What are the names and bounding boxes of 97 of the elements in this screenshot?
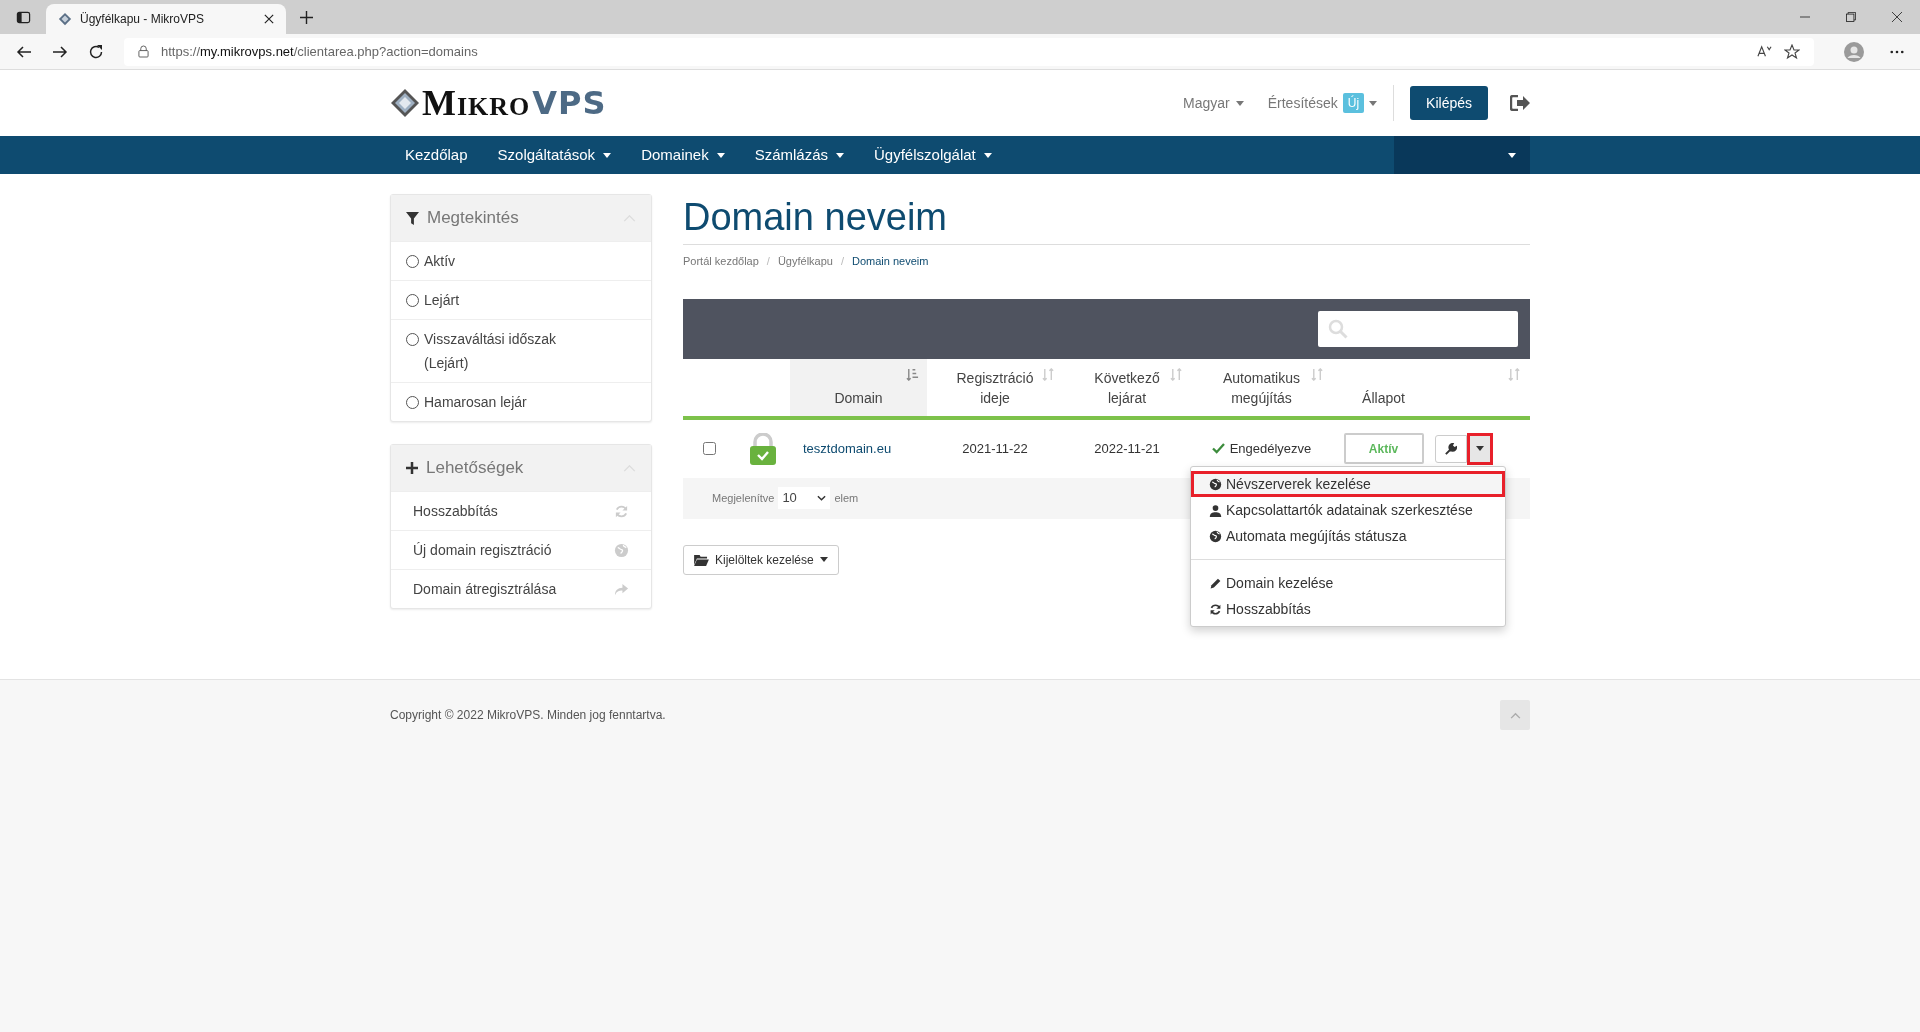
nav-item[interactable]: Ügyfélszolgálat	[859, 136, 1007, 174]
panel-title: Lehetőségek	[426, 457, 525, 480]
more-icon[interactable]	[1890, 49, 1904, 54]
padlock-icon	[749, 432, 776, 465]
caret-icon	[1508, 152, 1516, 158]
filter-option[interactable]: Lejárt	[391, 280, 651, 319]
filter-option[interactable]: Visszaváltási időszak (Lejárt)	[391, 319, 651, 382]
new-tab-icon[interactable]	[299, 10, 313, 24]
page-size-select[interactable]: 10	[778, 487, 831, 509]
close-icon[interactable]	[264, 14, 274, 24]
status-label: Aktív	[1343, 433, 1424, 464]
refresh-icon	[1209, 602, 1222, 616]
domain-link[interactable]: tesztdomain.eu	[803, 440, 892, 456]
nav-item[interactable]: Kezdőlap	[390, 136, 483, 174]
sidebar-link[interactable]: Hosszabbítás	[391, 491, 651, 530]
logout-button[interactable]: Kilépés	[1410, 86, 1488, 120]
caret-icon	[983, 152, 992, 158]
bulk-actions-button[interactable]: Kijelöltek kezelése	[683, 544, 839, 575]
url-text: https://my.mikrovps.net/clientarea.php?action=domains	[161, 42, 479, 61]
close-window-icon[interactable]	[1892, 12, 1902, 22]
forward-icon[interactable]	[52, 43, 68, 60]
current-page-label: Domain neveim	[852, 254, 929, 269]
menu-item[interactable]: Automata megújítás státusza	[1191, 523, 1505, 549]
globe-icon	[1209, 529, 1222, 543]
chevron-up-icon	[1509, 711, 1521, 719]
table-cell: 2022-11-21	[1094, 440, 1160, 456]
pager-label: elem	[834, 490, 859, 506]
site-logo[interactable]: MIKROVPS	[390, 76, 607, 130]
row-checkbox[interactable]	[702, 442, 716, 455]
globe-icon	[1209, 477, 1222, 491]
menu-item[interactable]: Domain kezelése	[1191, 570, 1505, 596]
read-aloud-icon[interactable]	[1757, 44, 1772, 59]
filter-option[interactable]: Aktív	[391, 241, 651, 280]
breadcrumb-link[interactable]: Ügyfélkapu	[777, 253, 833, 270]
manage-button[interactable]	[1435, 434, 1467, 463]
caret-icon	[819, 557, 828, 562]
copyright-text: Copyright © 2022 MikroVPS. Minden jog fenntartva.	[390, 707, 666, 724]
menu-item[interactable]: Kapcsolattartók adatainak szerkesztése	[1191, 497, 1505, 523]
column-header[interactable]: Automatikus megújítás	[1191, 358, 1332, 416]
search-icon	[1328, 318, 1348, 339]
sidebar-link[interactable]: Domain átregisztrálása	[391, 569, 651, 608]
pager-label: Megjelenítve	[712, 490, 775, 506]
profile-icon[interactable]	[1844, 41, 1864, 62]
caret-icon	[1235, 100, 1244, 106]
panel-header[interactable]: Lehetőségek	[391, 445, 651, 491]
page-title: Domain neveim	[683, 195, 948, 240]
address-bar[interactable]: https://my.mikrovps.net/clientarea.php?action=domains	[124, 37, 1814, 66]
breadcrumb-separator: /	[766, 254, 770, 269]
column-header[interactable]: Állapot	[1332, 358, 1435, 416]
caret-icon	[1369, 100, 1378, 106]
panel-header[interactable]: Megtekintés	[391, 195, 651, 241]
new-badge: Új	[1342, 93, 1365, 113]
menu-item[interactable]: Névszerverek kezelése	[1191, 471, 1505, 497]
sort-icon[interactable]	[906, 367, 919, 381]
folder-icon	[694, 553, 709, 566]
back-icon[interactable]	[16, 43, 32, 60]
filter-icon	[406, 211, 419, 225]
lock-icon	[138, 45, 149, 58]
table-cell-text: Engedélyezve	[1229, 439, 1312, 458]
globe-icon	[614, 542, 629, 558]
nav-item[interactable]: Számlázás	[739, 136, 859, 174]
tab-sidebar-icon[interactable]	[15, 9, 31, 25]
logo-diamond-icon	[390, 88, 420, 118]
caret-icon	[603, 152, 612, 158]
site-favicon	[58, 12, 72, 26]
chevron-down-icon	[817, 495, 827, 501]
menu-item[interactable]: Hosszabbítás	[1191, 596, 1505, 622]
dropdown-toggle-button[interactable]	[1467, 432, 1493, 465]
sidebar-link[interactable]: Új domain regisztráció	[391, 530, 651, 569]
breadcrumb-separator: /	[840, 254, 844, 269]
column-header[interactable]: Domain	[790, 358, 927, 416]
column-header[interactable]: Következő lejárat	[1063, 358, 1191, 416]
panel-title: Megtekintés	[427, 207, 520, 230]
restore-icon[interactable]	[1846, 12, 1856, 22]
caret-icon	[716, 152, 725, 158]
caret-icon	[836, 152, 844, 158]
breadcrumb-link[interactable]: Portál kezdőlap	[683, 253, 759, 270]
wrench-icon	[1445, 442, 1457, 455]
logout-icon[interactable]	[1510, 95, 1530, 111]
checkmark-icon	[1211, 443, 1225, 454]
column-header[interactable]: Regisztráció ideje	[927, 358, 1063, 416]
browser-tab[interactable]: Ügyfélkapu - MikroVPS	[46, 4, 286, 34]
filter-option[interactable]: Hamarosan lejár	[391, 382, 651, 421]
favorites-star-icon[interactable]	[1784, 43, 1800, 60]
caret-icon	[1476, 446, 1484, 451]
search-field[interactable]	[1318, 310, 1518, 347]
nav-item[interactable]: Domainek	[626, 136, 740, 174]
share-icon	[614, 581, 629, 597]
nav-item[interactable]: Szolgáltatások	[482, 136, 627, 174]
notifications-dropdown[interactable]: Értesítések Új	[1267, 92, 1378, 114]
user-icon	[1209, 503, 1222, 517]
language-dropdown[interactable]: Magyar	[1183, 92, 1244, 114]
pencil-icon	[1209, 576, 1222, 590]
refresh-icon	[614, 503, 629, 519]
table-cell: 2021-11-22	[962, 440, 1028, 456]
plus-icon	[406, 462, 418, 474]
reload-icon[interactable]	[88, 43, 104, 60]
